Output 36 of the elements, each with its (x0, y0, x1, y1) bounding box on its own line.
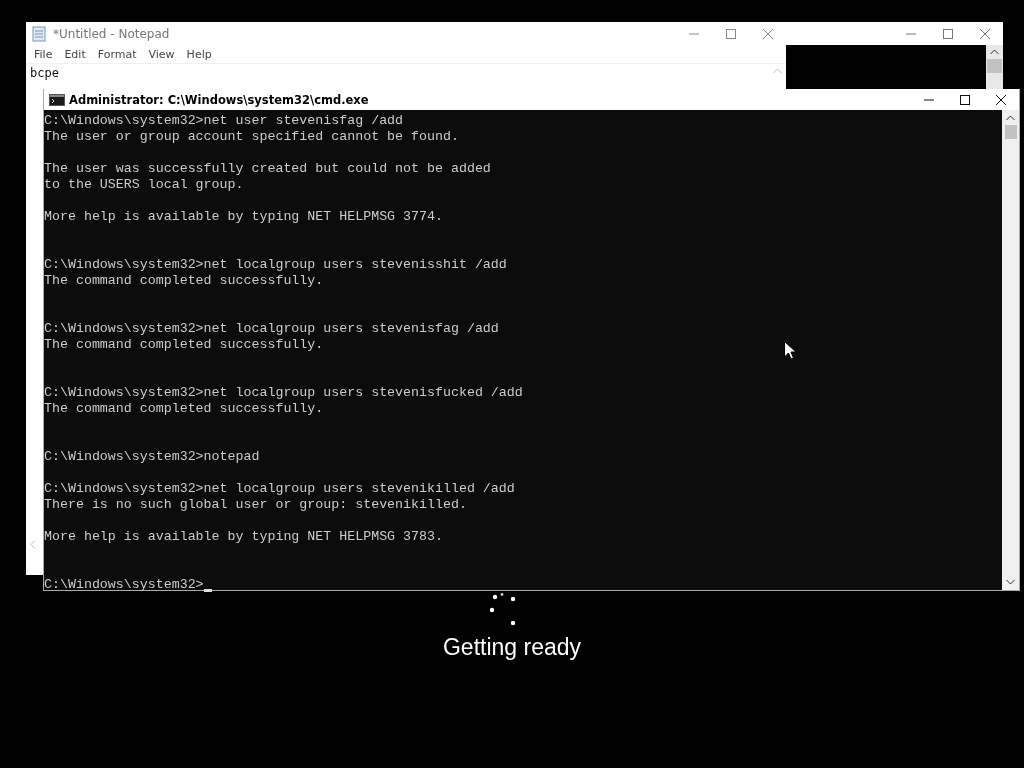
console-line: C:\Windows\system32>net localgroup users stevenisfucked /add (44, 385, 523, 401)
scrollbar[interactable] (986, 45, 1003, 90)
text-content: bcpe (30, 66, 59, 80)
menu-item[interactable]: Help (180, 47, 218, 61)
status-message: Getting ready (441, 634, 583, 661)
menu-item[interactable]: File (28, 47, 59, 61)
console-line: to the USERS local group. (44, 177, 244, 193)
window-title: Administrator: C:\Windows\system32\cmd.exe (69, 92, 369, 107)
console-line: The user or group account specified cannot be found. (44, 129, 459, 145)
console-line: The command completed successfully. (44, 401, 324, 417)
console-line: The command completed successfully. (44, 337, 324, 353)
console-line: More help is available by typing NET HELPMSG 3774. (44, 209, 443, 225)
console-line: C:\Windows\system32>net localgroup users stevenisshit /add (44, 257, 507, 273)
console-line: C:\Windows\system32>net localgroup users stevenikilled /add (44, 481, 515, 497)
scroll-thumb[interactable] (1004, 125, 1017, 139)
menu-item[interactable]: Edit (58, 47, 92, 61)
scroll-up-icon[interactable] (1006, 115, 1015, 121)
console-line: The user was successfully created but could not be added (44, 161, 491, 177)
scrollbar[interactable] (1002, 110, 1019, 590)
menu-item[interactable]: View (142, 47, 181, 61)
console-line: More help is available by typing NET HELPMSG 3783. (44, 529, 443, 545)
terminal-icon (49, 93, 65, 106)
scroll-down-icon[interactable] (1006, 579, 1015, 585)
console-line: The command completed successfully. (44, 273, 324, 289)
console-line: C:\Windows\system32>notepad (44, 449, 260, 465)
text-cursor (203, 589, 212, 592)
notepad-icon (31, 25, 47, 42)
scroll-up-icon[interactable] (990, 49, 999, 55)
menu-item[interactable]: Format (91, 47, 143, 61)
window-title: *Untitled - Notepad (53, 26, 170, 41)
console-line: There is no such global user or group: stevenikilled. (44, 497, 467, 513)
console-line: C:\Windows\system32>net localgroup users stevenisfag /add (44, 321, 499, 337)
command-prompt: C:\Windows\system32> (44, 577, 204, 593)
scroll-thumb[interactable] (987, 59, 1002, 73)
mouse-pointer-icon (784, 341, 796, 360)
console-line: C:\Windows\system32>net user stevenisfag /add (44, 113, 404, 129)
